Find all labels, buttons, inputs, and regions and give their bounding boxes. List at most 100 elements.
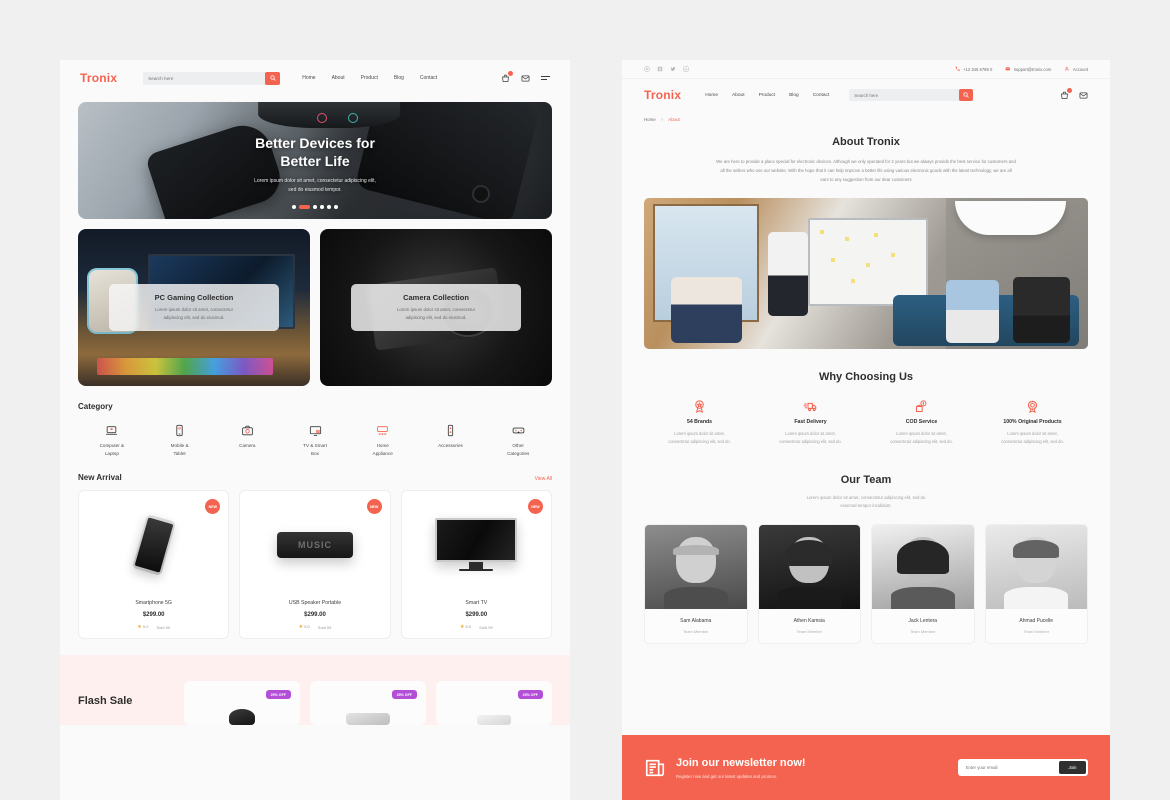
nav-item-about[interactable]: About [732, 93, 745, 98]
main-nav: Home About Product Blog Contact [302, 75, 437, 81]
search-submit-button[interactable] [959, 89, 974, 101]
cart-icon[interactable] [1060, 87, 1072, 100]
team-member-card[interactable]: Athen Kamsia Team Member [757, 523, 861, 644]
newsletter-title: Join our newsletter now! [676, 756, 806, 769]
category-label: TV & Smart Box [281, 442, 349, 457]
newsletter-join-button[interactable]: Join [1059, 761, 1086, 774]
why-item-fast-delivery: Fast Delivery Lorem ipsum dolor sit amet… [755, 397, 866, 445]
member-role: Team Member [682, 628, 709, 634]
category-item-accessories[interactable]: Accessories [417, 423, 485, 457]
phone-item[interactable]: +12 345 6789 0 [955, 66, 992, 72]
category-item-other-categories[interactable]: Other Categories [484, 423, 552, 457]
why-item-desc: Lorem ipsum dolor sit amet, consectetur … [761, 430, 860, 445]
carousel-dot[interactable] [320, 205, 324, 209]
new-arrival-title: New Arrival [78, 473, 122, 483]
search-input[interactable] [143, 75, 256, 81]
email-item[interactable]: support@tronix.com [1005, 66, 1051, 72]
category-item-camera[interactable]: Camera [213, 423, 281, 457]
keyboard-art [96, 357, 273, 376]
category-item-computer-laptop[interactable]: Computer & Laptop [78, 423, 146, 457]
category-item-home-appliance[interactable]: Home Appliance [349, 423, 417, 457]
why-desc-line2: consectetur adipiscing elit, sed do. [779, 438, 842, 444]
person-art [670, 276, 742, 344]
team-member-card[interactable]: Sam Alabama Team Member [644, 523, 748, 644]
search-input[interactable] [849, 92, 950, 98]
breadcrumb-home[interactable]: Home [644, 117, 656, 122]
view-all-link[interactable]: View All [535, 476, 552, 482]
nav-item-blog[interactable]: Blog [394, 75, 404, 81]
social-links [644, 66, 689, 72]
collection-card-camera[interactable]: Camera Collection Lorem ipsum dolor sit … [320, 229, 552, 386]
category-label-line2: Categories [507, 450, 530, 456]
nav-item-home[interactable]: Home [302, 75, 315, 81]
about-paragraph-line1: We are here to provide a place special f… [716, 159, 934, 164]
instagram-icon[interactable] [644, 66, 650, 72]
nav-item-product[interactable]: Product [361, 75, 378, 81]
lamp-art [954, 201, 1066, 235]
nav-item-contact[interactable]: Contact [420, 75, 437, 81]
carousel-dot[interactable] [313, 205, 317, 209]
facebook-icon[interactable] [657, 66, 663, 72]
account-label: Account [1072, 66, 1088, 72]
product-list: NEW Smartphone 5G $299.00 ★ 5.0 Sold 99 … [78, 490, 552, 640]
discount-badge: 25% OFF [391, 690, 417, 700]
why-desc-line1: Lorem ipsum dolor sit amet, [674, 431, 725, 437]
carousel-dot[interactable] [334, 205, 338, 209]
cart-badge [1067, 87, 1072, 93]
flash-sale-card[interactable]: 25% OFF [436, 681, 552, 726]
hero-subtitle-line1: Lorem ipsum dolor sit amet, consectetur … [254, 178, 376, 184]
newsletter-email-input[interactable] [960, 765, 1060, 770]
nav-item-contact[interactable]: Contact [813, 93, 830, 98]
nav-item-blog[interactable]: Blog [789, 93, 799, 98]
menu-icon[interactable] [541, 76, 550, 80]
category-label: Camera [213, 442, 281, 450]
appliance-icon [349, 423, 417, 437]
category-label-line1: Mobile & [170, 443, 189, 448]
nav-item-product[interactable]: Product [759, 93, 776, 98]
team-member-card[interactable]: Jack Lentera Team Member [871, 523, 975, 644]
utility-topbar: +12 345 6789 0 support@tronix.com Accoun… [622, 60, 1110, 79]
search-bar[interactable] [849, 89, 974, 101]
carousel-dot[interactable] [292, 205, 296, 209]
search-icon [270, 75, 276, 81]
linkedin-icon[interactable] [683, 66, 689, 72]
breadcrumb: Home > About [622, 111, 1110, 122]
member-photo [985, 524, 1087, 609]
search-submit-button[interactable] [265, 71, 281, 85]
why-desc-line1: Lorem ipsum dolor sit amet, [1007, 431, 1058, 437]
person-art [1012, 276, 1071, 344]
collection-title: PC Gaming Collection [154, 293, 234, 303]
team-member-card[interactable]: Ahmad Pucelle Team Member [984, 523, 1088, 644]
category-label: Home Appliance [349, 442, 417, 457]
site-logo[interactable]: Tronix [644, 88, 681, 102]
product-rating: 5.0 [304, 624, 310, 630]
why-desc-line1: Lorem ipsum dolor sit amet, [896, 431, 947, 437]
search-bar[interactable] [143, 71, 281, 85]
flash-sale-card[interactable]: 25% OFF [184, 681, 300, 726]
nav-item-about[interactable]: About [332, 75, 345, 81]
category-item-tv-smart-box[interactable]: TV & Smart Box [281, 423, 349, 457]
product-card[interactable]: NEW MUSIC USB Speaker Portable $299.00 ★… [239, 490, 391, 640]
flash-sale-card[interactable]: 25% OFF [310, 681, 426, 726]
site-logo[interactable]: Tronix [80, 71, 117, 85]
member-photo [758, 524, 860, 609]
product-card[interactable]: NEW Smart TV $299.00 ★ 5.0 Sold 99 [400, 490, 552, 640]
why-choosing-us-section: Why Choosing Us 54 Brands Lorem ipsum do… [622, 371, 1110, 445]
collection-title: Camera Collection [403, 293, 469, 303]
about-page-mockup: +12 345 6789 0 support@tronix.com Accoun… [622, 60, 1110, 800]
product-card[interactable]: NEW Smartphone 5G $299.00 ★ 5.0 Sold 99 [78, 490, 230, 640]
nav-item-home[interactable]: Home [705, 93, 718, 98]
why-item-name: COD Service [905, 419, 938, 426]
mail-icon[interactable] [521, 74, 530, 83]
account-item[interactable]: Account [1064, 66, 1088, 72]
category-item-mobile-tablet[interactable]: Mobile & Tablet [146, 423, 214, 457]
twitter-icon[interactable] [670, 66, 676, 72]
award-icon [983, 397, 1082, 415]
category-label-line1: Camera [239, 443, 256, 448]
carousel-dot-active[interactable] [299, 205, 310, 209]
hero-banner[interactable]: Better Devices for Better Life Lorem ips… [78, 102, 552, 219]
mail-icon[interactable] [1079, 91, 1088, 100]
collection-card-pc-gaming[interactable]: PC Gaming Collection Lorem ipsum dolor s… [78, 229, 310, 386]
carousel-dot[interactable] [327, 205, 331, 209]
cart-icon[interactable] [501, 70, 513, 83]
